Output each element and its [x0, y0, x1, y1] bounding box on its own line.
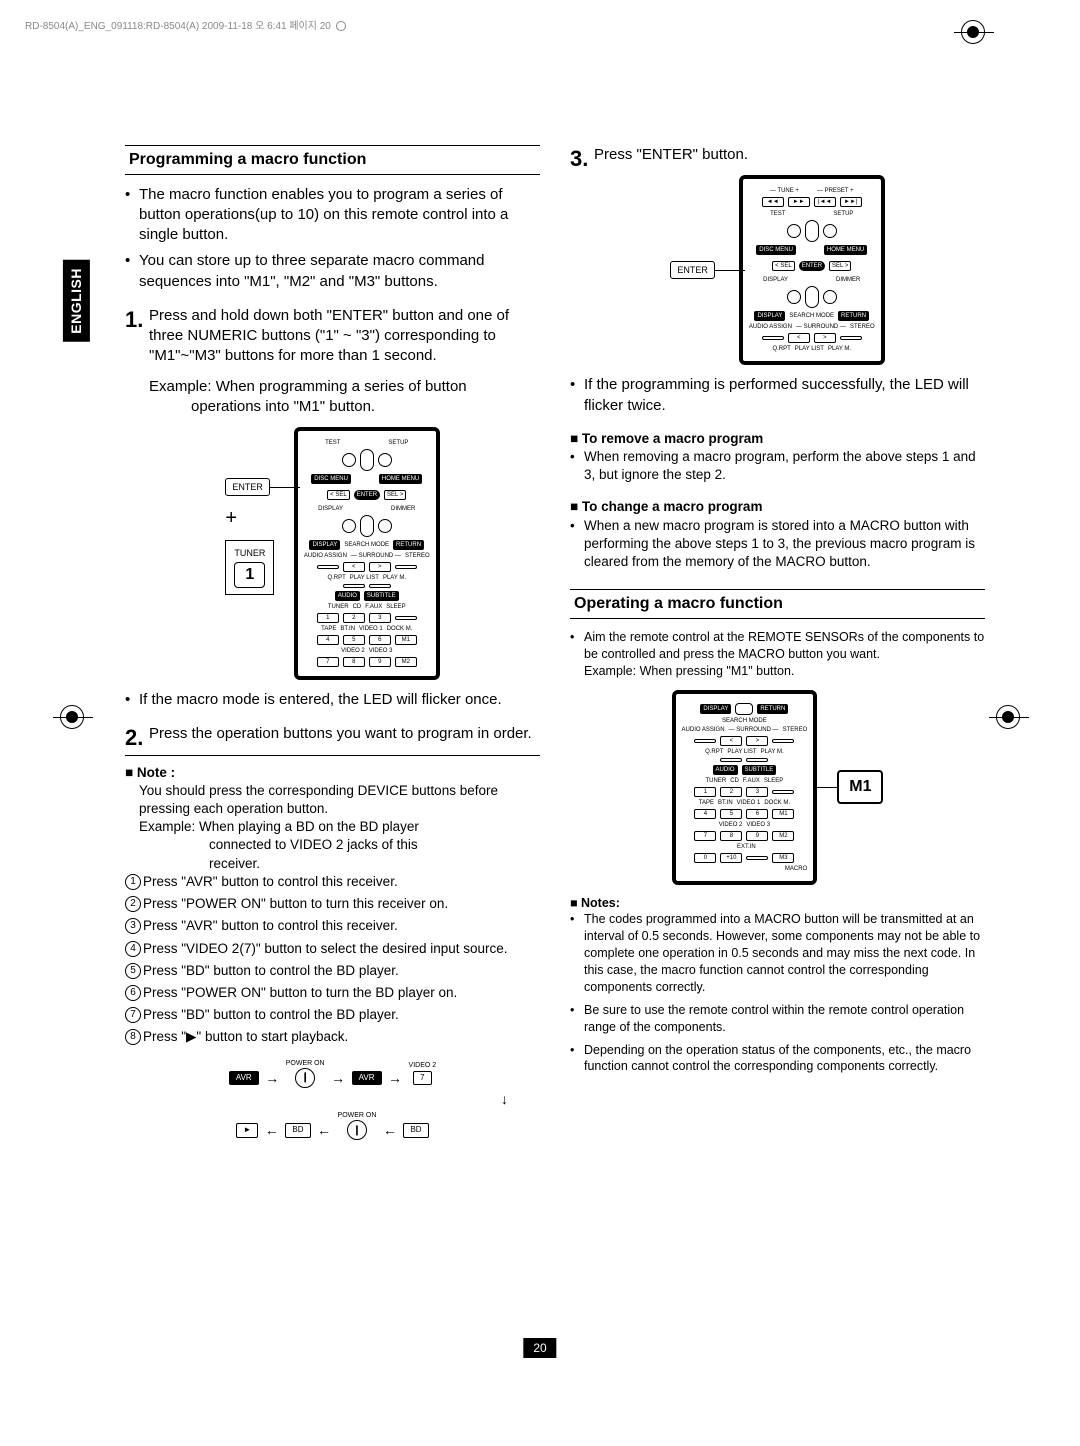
step-1-num: 1. — [125, 305, 143, 335]
page-number: 20 — [523, 1338, 556, 1358]
flow-avr-2: AVR — [352, 1071, 382, 1086]
flow-power-1: ❙ — [295, 1068, 315, 1088]
step-2-text: Press the operation buttons you want to … — [149, 725, 532, 742]
registration-mark-top — [961, 20, 985, 44]
operating-bullet: Aim the remote control at the REMOTE SEN… — [570, 629, 985, 680]
step-2-num: 2. — [125, 723, 143, 753]
circled-step-5: Press "BD" button to control the BD play… — [143, 962, 540, 980]
note-block: ■ Note : You should press the correspond… — [125, 764, 540, 1047]
note-example-line1: Example: When playing a BD on the BD pla… — [125, 818, 540, 836]
step3-post-bullet: If the programming is performed successf… — [570, 375, 985, 416]
flow-bd-2: BD — [285, 1123, 310, 1138]
circled-step-1: Press "AVR" button to control this recei… — [143, 873, 540, 891]
plus-symbol: + — [225, 505, 294, 532]
figure-step1: ENTER + TUNER 1 TESTSETUP DISC MENUHOME … — [125, 427, 540, 680]
note-example-line2: connected to VIDEO 2 jacks of this — [125, 836, 540, 854]
remove-heading: ■ To remove a macro program — [570, 430, 985, 448]
notes-heading: ■ Notes: — [570, 895, 985, 912]
step-1-example-line2: operations into "M1" button. — [125, 397, 540, 417]
registration-mark-left — [60, 705, 84, 729]
step1-post-bullet: If the macro mode is entered, the LED wi… — [125, 690, 540, 710]
flow-video2-7: 7 — [413, 1071, 431, 1086]
flow-avr-1: AVR — [229, 1071, 259, 1086]
remote-diagram-2: — TUNE +— PRESET + ◄◄►►|◄◄►►| TESTSETUP … — [739, 175, 885, 365]
language-tab: ENGLISH — [63, 260, 90, 342]
step1-post-bullet-1: If the macro mode is entered, the LED wi… — [139, 690, 540, 710]
circled-step-4: Press "VIDEO 2(7)" button to select the … — [143, 940, 540, 958]
button-flow: AVR → POWER ON ❙ → AVR → VIDEO 2 7 ↓ — [125, 1059, 540, 1141]
remote-diagram-1: TESTSETUP DISC MENUHOME MENU < SELENTERS… — [294, 427, 440, 680]
operating-example: Example: When pressing "M1" button. — [584, 664, 794, 678]
step-1-example: Example: When programming a series of bu… — [125, 377, 540, 397]
notes-block: ■ Notes: The codes programmed into a MAC… — [570, 895, 985, 1076]
section-heading-operating: Operating a macro function — [570, 589, 985, 619]
tuner-key-block: TUNER 1 — [225, 540, 274, 595]
step-3-text: Press "ENTER" button. — [594, 146, 748, 163]
flow-power-2: ❙ — [347, 1120, 367, 1140]
remove-body: When removing a macro program, perform t… — [584, 448, 985, 484]
intro-bullets: The macro function enables you to progra… — [125, 185, 540, 292]
step-3: 3. Press "ENTER" button. — [570, 145, 985, 165]
left-column: Programming a macro function The macro f… — [125, 145, 540, 1140]
circled-step-2: Press "POWER ON" button to turn this rec… — [143, 895, 540, 913]
callout-m1: M1 — [837, 770, 883, 804]
circled-steps: Press "AVR" button to control this recei… — [125, 873, 540, 1047]
circled-step-7: Press "BD" button to control the BD play… — [143, 1006, 540, 1024]
tuner-key-1: 1 — [234, 562, 265, 588]
circled-step-3: Press "AVR" button to control this recei… — [143, 917, 540, 935]
intro-bullet-2: You can store up to three separate macro… — [139, 251, 540, 292]
remote-diagram-3: DISPLAYRETURN SEARCH MODE AUDIO ASSIGN— … — [672, 690, 818, 885]
notes-item-2: Be sure to use the remote control within… — [584, 1002, 985, 1036]
step3-post-bullet-1: If the programming is performed successf… — [584, 375, 985, 416]
intro-bullet-1: The macro function enables you to progra… — [139, 185, 540, 246]
circled-step-8: Press "▶" button to start playback. — [143, 1028, 540, 1046]
step-1-text: Press and hold down both "ENTER" button … — [149, 307, 509, 365]
step-2: 2. Press the operation buttons you want … — [125, 724, 540, 744]
step-3-num: 3. — [570, 144, 588, 174]
right-column: 3. Press "ENTER" button. ENTER — TUNE +—… — [570, 145, 985, 1140]
callout-enter: ENTER — [225, 478, 270, 496]
tuner-label: TUNER — [234, 547, 265, 559]
operating-bullet-1: Aim the remote control at the REMOTE SEN… — [584, 629, 985, 680]
callout-enter-2: ENTER — [670, 261, 715, 279]
remove-block: ■ To remove a macro program When removin… — [570, 430, 985, 485]
circled-step-6: Press "POWER ON" button to turn the BD p… — [143, 984, 540, 1002]
notes-item-1: The codes programmed into a MACRO button… — [584, 911, 985, 995]
flow-play: ► — [236, 1123, 258, 1138]
figure-step3: ENTER — TUNE +— PRESET + ◄◄►►|◄◄►►| TEST… — [570, 175, 985, 365]
note-heading: ■ Note : — [125, 764, 540, 782]
section-heading-programming: Programming a macro function — [125, 145, 540, 175]
print-header: RD-8504(A)_ENG_091118:RD-8504(A) 2009-11… — [25, 20, 1055, 34]
flow-bd-1: BD — [403, 1123, 428, 1138]
step-1: 1. Press and hold down both "ENTER" butt… — [125, 306, 540, 367]
notes-item-3: Depending on the operation status of the… — [584, 1042, 985, 1076]
change-block: ■ To change a macro program When a new m… — [570, 498, 985, 571]
change-body: When a new macro program is stored into … — [584, 517, 985, 572]
registration-mark-right — [996, 705, 1020, 729]
note-body-1: You should press the corresponding DEVIC… — [125, 782, 540, 818]
change-heading: ■ To change a macro program — [570, 498, 985, 516]
figure-operating: DISPLAYRETURN SEARCH MODE AUDIO ASSIGN— … — [570, 690, 985, 885]
note-example-line3: receiver. — [125, 855, 540, 873]
